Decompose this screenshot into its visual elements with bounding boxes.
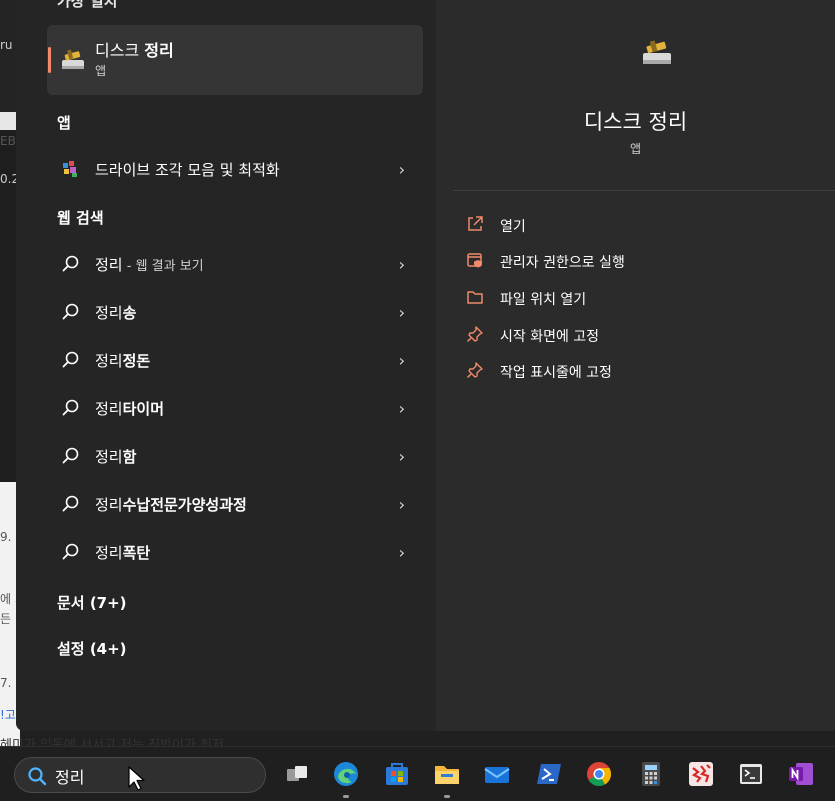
apps-heading: 앱 bbox=[57, 114, 71, 132]
mail-icon[interactable] bbox=[483, 760, 511, 788]
best-match-title: 디스크 정리 bbox=[95, 41, 174, 60]
chevron-right-icon[interactable]: › bbox=[399, 255, 405, 274]
chevron-right-icon[interactable]: › bbox=[399, 399, 405, 418]
best-match-disk-cleanup[interactable]: 디스크 정리 앱 bbox=[47, 25, 423, 95]
web-result-label: 정리수납전문가양성과정 bbox=[95, 496, 247, 514]
action-label: 열기 bbox=[500, 219, 526, 235]
disk-cleanup-icon bbox=[643, 40, 671, 64]
search-icon bbox=[62, 351, 79, 368]
web-result[interactable]: 정리수납전문가양성과정 › bbox=[47, 484, 423, 524]
search-icon bbox=[62, 543, 79, 560]
app-result-defrag[interactable]: 드라이브 조각 모음 및 최적화 › bbox=[47, 149, 423, 189]
action-label: 파일 위치 열기 bbox=[500, 292, 587, 308]
action-open-file-location[interactable]: 파일 위치 열기 bbox=[466, 286, 826, 310]
chrome-icon[interactable] bbox=[585, 760, 613, 788]
edge-icon[interactable] bbox=[332, 760, 360, 788]
powershell-icon[interactable] bbox=[535, 760, 563, 788]
web-result-label: 정리타이머 bbox=[95, 400, 165, 418]
action-label: 관리자 권한으로 실행 bbox=[500, 255, 625, 271]
selection-accent bbox=[48, 47, 51, 73]
chevron-right-icon[interactable]: › bbox=[399, 447, 405, 466]
pin-icon bbox=[466, 326, 483, 343]
app-title: 디스크 정리 bbox=[583, 110, 688, 134]
results-column: 가장 일치 디스크 정리 앱 앱 드라이브 조각 모음 및 최적화 › 웹 검색… bbox=[16, 0, 436, 731]
action-pin-to-start[interactable]: 시작 화면에 고정 bbox=[466, 323, 826, 347]
pin-icon bbox=[466, 362, 483, 379]
terminal-icon[interactable] bbox=[737, 760, 765, 788]
mouse-cursor-icon bbox=[128, 766, 145, 791]
web-result[interactable]: 정리 - 웹 결과 보기 › bbox=[47, 244, 423, 284]
search-icon bbox=[62, 303, 79, 320]
bg-fragment: EB bbox=[0, 134, 16, 148]
documents-heading[interactable]: 문서 (7+) bbox=[57, 592, 127, 613]
best-match-heading: 가장 일치 bbox=[57, 0, 118, 10]
web-result[interactable]: 정리송 › bbox=[47, 292, 423, 332]
details-pane: 디스크 정리 앱 열기 관리자 권한으로 실행 파일 위치 열기 시작 화면에 … bbox=[436, 0, 835, 731]
search-icon bbox=[62, 399, 79, 416]
app-red-icon[interactable] bbox=[687, 760, 715, 788]
action-run-as-admin[interactable]: 관리자 권한으로 실행 bbox=[466, 249, 826, 273]
chevron-right-icon[interactable]: › bbox=[399, 351, 405, 370]
web-result[interactable]: 정리정돈 › bbox=[47, 340, 423, 380]
onenote-icon[interactable] bbox=[787, 760, 815, 788]
web-result-label: 정리함 bbox=[95, 448, 137, 466]
search-icon bbox=[62, 495, 79, 512]
web-result-label: 정리 - 웹 결과 보기 bbox=[95, 256, 204, 274]
task-view-icon[interactable] bbox=[283, 760, 311, 788]
folder-icon bbox=[467, 291, 483, 304]
microsoft-store-icon[interactable] bbox=[383, 760, 411, 788]
search-icon bbox=[62, 255, 79, 272]
run-as-admin-icon bbox=[467, 253, 482, 268]
defrag-icon bbox=[63, 161, 77, 177]
bg-fragment: ru bbox=[0, 38, 13, 52]
open-external-icon bbox=[468, 216, 483, 231]
running-indicator bbox=[343, 795, 349, 798]
settings-heading[interactable]: 설정 (4+) bbox=[57, 638, 127, 659]
chevron-right-icon[interactable]: › bbox=[399, 160, 405, 179]
chevron-right-icon[interactable]: › bbox=[399, 303, 405, 322]
chevron-right-icon[interactable]: › bbox=[399, 495, 405, 514]
web-result-label: 정리정돈 bbox=[95, 352, 151, 370]
app-result-label: 드라이브 조각 모음 및 최적화 bbox=[95, 161, 280, 179]
action-label: 작업 표시줄에 고정 bbox=[500, 365, 612, 381]
web-result-label: 정리송 bbox=[95, 304, 137, 322]
action-open[interactable]: 열기 bbox=[466, 213, 826, 237]
bg-fragment: 9. bbox=[0, 530, 12, 544]
search-icon bbox=[28, 767, 47, 786]
app-type: 앱 bbox=[629, 142, 642, 156]
web-result-label: 정리폭탄 bbox=[95, 544, 151, 562]
action-pin-to-taskbar[interactable]: 작업 표시줄에 고정 bbox=[466, 359, 826, 383]
taskbar bbox=[0, 746, 835, 801]
web-result[interactable]: 정리타이머 › bbox=[47, 388, 423, 428]
web-search-heading: 웹 검색 bbox=[57, 209, 104, 227]
best-match-type: 앱 bbox=[95, 64, 107, 78]
disk-cleanup-icon bbox=[62, 49, 84, 69]
file-explorer-icon[interactable] bbox=[433, 760, 461, 788]
divider bbox=[453, 190, 835, 191]
bg-fragment: 7. bbox=[0, 676, 12, 690]
calculator-icon[interactable] bbox=[637, 760, 665, 788]
search-input[interactable] bbox=[55, 764, 245, 788]
start-search-panel: 가장 일치 디스크 정리 앱 앱 드라이브 조각 모음 및 최적화 › 웹 검색… bbox=[16, 0, 835, 731]
bg-fragment: 든 bbox=[0, 612, 12, 626]
action-label: 시작 화면에 고정 bbox=[500, 329, 600, 345]
bg-fragment: !고 bbox=[0, 708, 16, 722]
running-indicator bbox=[444, 795, 450, 798]
chevron-right-icon[interactable]: › bbox=[399, 543, 405, 562]
web-result[interactable]: 정리함 › bbox=[47, 436, 423, 476]
web-result[interactable]: 정리폭탄 › bbox=[47, 532, 423, 572]
search-icon bbox=[62, 447, 79, 464]
